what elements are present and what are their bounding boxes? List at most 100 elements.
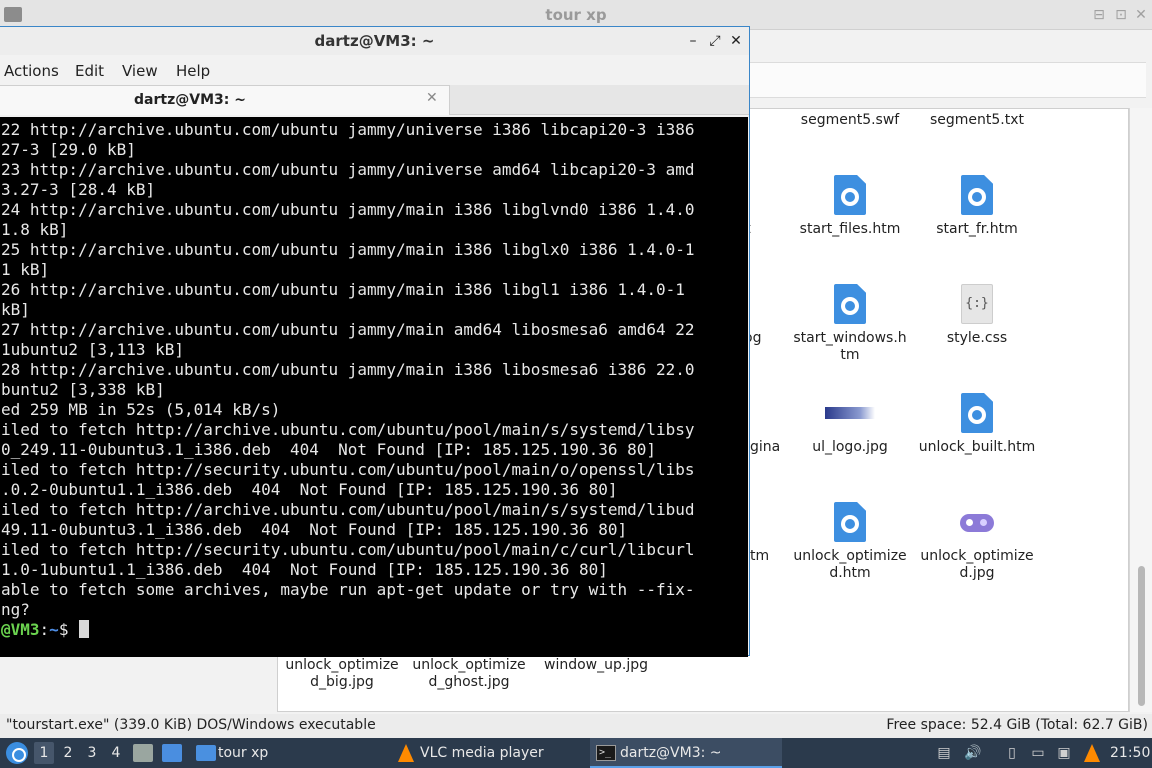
file-item[interactable]: ul_logo.jpg bbox=[788, 393, 912, 456]
file-name: unlock_optimize d.htm bbox=[793, 548, 907, 581]
vlc-icon bbox=[398, 744, 414, 762]
prompt-path: ~ bbox=[49, 620, 59, 639]
html-document-icon bbox=[961, 393, 993, 433]
menu-edit[interactable]: Edit bbox=[75, 62, 104, 80]
file-name: ul_logo.jpg bbox=[812, 439, 888, 455]
menu-actions[interactable]: Actions bbox=[4, 62, 59, 80]
prompt-separator: : bbox=[39, 620, 50, 639]
html-document-icon bbox=[834, 175, 866, 215]
file-item[interactable]: unlock_built.htm bbox=[915, 393, 1039, 456]
terminal-title: dartz@VM3: ~ bbox=[314, 32, 435, 50]
terminal-line: 26 http://archive.ubuntu.com/ubuntu jamm… bbox=[1, 280, 685, 299]
file-name: segment5.txt bbox=[929, 112, 1025, 128]
status-selection: "tourstart.exe" (339.0 KiB) DOS/Windows … bbox=[6, 717, 376, 733]
terminal-line: 25 http://archive.ubuntu.com/ubuntu jamm… bbox=[1, 240, 695, 259]
close-icon[interactable]: ✕ bbox=[1130, 4, 1152, 26]
folder-icon bbox=[196, 745, 216, 761]
task-terminal-label: dartz@VM3: ~ bbox=[620, 745, 722, 761]
terminal-icon: >_ bbox=[596, 745, 616, 761]
file-item[interactable]: unlock_optimize d_big.jpg bbox=[280, 657, 404, 691]
html-document-icon bbox=[961, 175, 993, 215]
path-bar[interactable] bbox=[740, 62, 1146, 98]
close-icon[interactable]: ✕ bbox=[726, 30, 746, 52]
menu-view[interactable]: View bbox=[122, 62, 158, 80]
terminal-menubar: Actions Edit View Help bbox=[0, 57, 749, 83]
file-name: unlock_optimize d_big.jpg bbox=[285, 657, 399, 690]
file-item[interactable]: window_up.jpg bbox=[534, 657, 658, 674]
terminal-line: .0.2-0ubuntu1.1_i386.deb 404 Not Found [… bbox=[1, 480, 618, 499]
terminal-line: 1.8 kB] bbox=[1, 220, 69, 239]
file-name: start_fr.htm bbox=[936, 221, 1018, 237]
terminal-window: dartz@VM3: ~ – ⤢ ✕ Actions Edit View Hel… bbox=[0, 26, 750, 657]
css-document-icon: {:} bbox=[961, 284, 993, 324]
terminal-tab-label: dartz@VM3: ~ bbox=[134, 92, 246, 108]
terminal-line: 27 http://archive.ubuntu.com/ubuntu jamm… bbox=[1, 320, 695, 339]
terminal-line: iled to fetch http://archive.ubuntu.com/… bbox=[1, 500, 695, 519]
workspace-1[interactable]: 1 bbox=[34, 742, 54, 764]
prompt-user: @VM3 bbox=[1, 620, 40, 639]
file-name: start_files.htm bbox=[799, 221, 901, 237]
minimize-icon[interactable]: ⊟ bbox=[1088, 4, 1110, 26]
file-name: unlock_optimize d.jpg bbox=[920, 548, 1034, 581]
text-cursor bbox=[79, 620, 90, 638]
terminal-line: 1.0-1ubuntu1.1_i386.deb 404 Not Found [I… bbox=[1, 560, 608, 579]
minimize-icon[interactable]: – bbox=[683, 30, 703, 52]
taskbar: 1 2 3 4 tour xp VLC media player >_ dart… bbox=[0, 738, 1152, 768]
terminal-line: 1ubuntu2 [3,113 kB] bbox=[1, 340, 185, 359]
scrollbar-thumb[interactable] bbox=[1138, 566, 1145, 706]
file-manager-launcher-icon[interactable] bbox=[133, 744, 153, 762]
file-item[interactable]: start_fr.htm bbox=[915, 175, 1039, 238]
show-desktop-icon[interactable] bbox=[162, 744, 182, 762]
update-icon[interactable]: ▤ bbox=[936, 745, 952, 761]
volume-icon[interactable]: 🔊 bbox=[964, 745, 981, 761]
network-icon[interactable]: ▭ bbox=[1030, 745, 1046, 761]
workspace-3[interactable]: 3 bbox=[82, 742, 102, 764]
terminal-line: kB] bbox=[1, 300, 30, 319]
terminal-line: 24 http://archive.ubuntu.com/ubuntu jamm… bbox=[1, 200, 695, 219]
file-item[interactable]: start_windows.h tm bbox=[788, 284, 912, 364]
terminal-line: 22 http://archive.ubuntu.com/ubuntu jamm… bbox=[1, 120, 695, 139]
partial-file-label[interactable]: gina bbox=[750, 439, 790, 456]
file-item[interactable]: segment5.swf bbox=[788, 112, 912, 129]
partial-file-label[interactable]: tm bbox=[750, 548, 780, 565]
tab-close-icon[interactable]: ✕ bbox=[426, 90, 438, 106]
task-tour-xp[interactable]: tour xp bbox=[218, 738, 378, 768]
file-manager-title: tour xp bbox=[545, 6, 607, 24]
file-name: start_windows.h tm bbox=[793, 330, 907, 363]
file-name: unlock_built.htm bbox=[918, 439, 1036, 455]
terminal-tab[interactable]: dartz@VM3: ~ ✕ bbox=[0, 85, 450, 115]
terminal-prompt-line[interactable]: @VM3:~$ bbox=[0, 620, 748, 640]
task-vlc[interactable]: VLC media player bbox=[420, 738, 580, 768]
terminal-line: iled to fetch http://archive.ubuntu.com/… bbox=[1, 420, 695, 439]
menu-help[interactable]: Help bbox=[176, 62, 210, 80]
workspace-2[interactable]: 2 bbox=[58, 742, 78, 764]
vertical-scrollbar[interactable] bbox=[1129, 108, 1152, 712]
start-menu-icon[interactable] bbox=[6, 742, 28, 764]
task-terminal[interactable]: >_ dartz@VM3: ~ bbox=[590, 738, 782, 768]
clipboard-icon[interactable]: ▯ bbox=[1004, 745, 1020, 761]
html-document-icon bbox=[834, 502, 866, 542]
file-name: unlock_optimize d_ghost.jpg bbox=[412, 657, 526, 690]
terminal-line: able to fetch some archives, maybe run a… bbox=[1, 580, 695, 599]
file-item[interactable]: segment5.txt bbox=[915, 112, 1039, 129]
terminal-line: 23 http://archive.ubuntu.com/ubuntu jamm… bbox=[1, 160, 695, 179]
terminal-line: iled to fetch http://security.ubuntu.com… bbox=[1, 460, 695, 479]
terminal-line: 27-3 [29.0 kB] bbox=[1, 140, 136, 159]
file-item[interactable]: unlock_optimize d_ghost.jpg bbox=[407, 657, 531, 691]
terminal-line: 28 http://archive.ubuntu.com/ubuntu jamm… bbox=[1, 360, 695, 379]
html-document-icon bbox=[834, 284, 866, 324]
file-item[interactable]: unlock_optimize d.jpg bbox=[915, 502, 1039, 582]
maximize-icon[interactable]: ⊡ bbox=[1110, 4, 1132, 26]
clock[interactable]: 21:50 bbox=[1110, 738, 1150, 768]
file-item[interactable]: start_files.htm bbox=[788, 175, 912, 238]
terminal-output[interactable]: 22 http://archive.ubuntu.com/ubuntu jamm… bbox=[0, 117, 748, 657]
workspace-4[interactable]: 4 bbox=[106, 742, 126, 764]
keyboard-icon[interactable]: ▣ bbox=[1056, 745, 1072, 761]
vlc-tray-icon[interactable] bbox=[1084, 744, 1100, 762]
terminal-titlebar[interactable]: dartz@VM3: ~ – ⤢ ✕ bbox=[0, 27, 749, 55]
terminal-line: iled to fetch http://security.ubuntu.com… bbox=[1, 540, 695, 559]
maximize-icon[interactable]: ⤢ bbox=[705, 30, 725, 52]
file-item[interactable]: unlock_optimize d.htm bbox=[788, 502, 912, 582]
terminal-line: ng? bbox=[1, 600, 30, 619]
file-item[interactable]: {:} style.css bbox=[915, 284, 1039, 347]
